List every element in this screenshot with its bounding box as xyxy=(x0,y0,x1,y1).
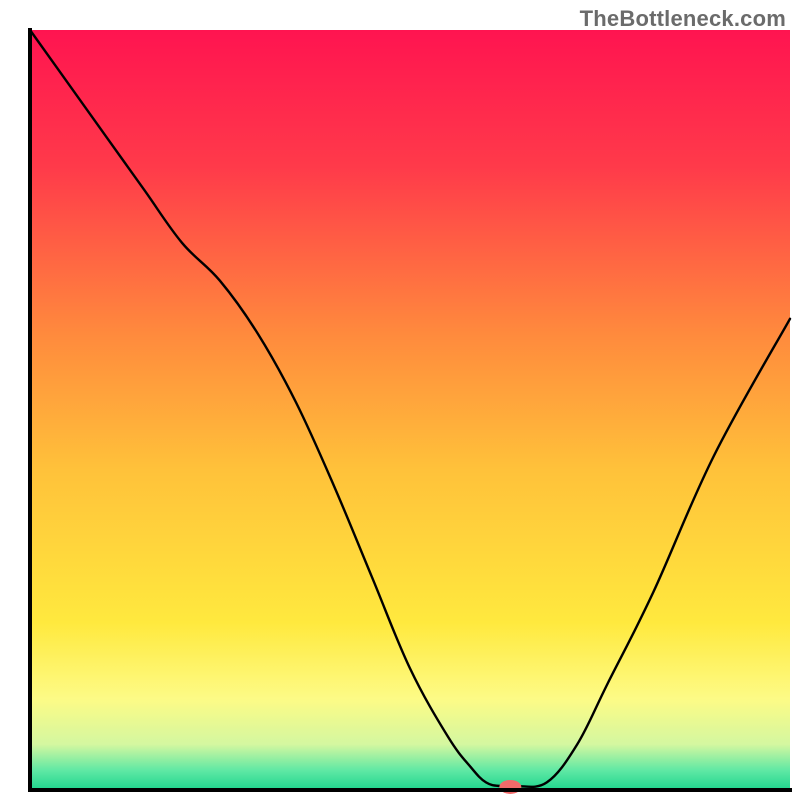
chart-container: TheBottleneck.com xyxy=(0,0,800,800)
chart-svg xyxy=(0,0,800,800)
watermark-text: TheBottleneck.com xyxy=(580,6,786,32)
plot-background xyxy=(30,30,790,790)
